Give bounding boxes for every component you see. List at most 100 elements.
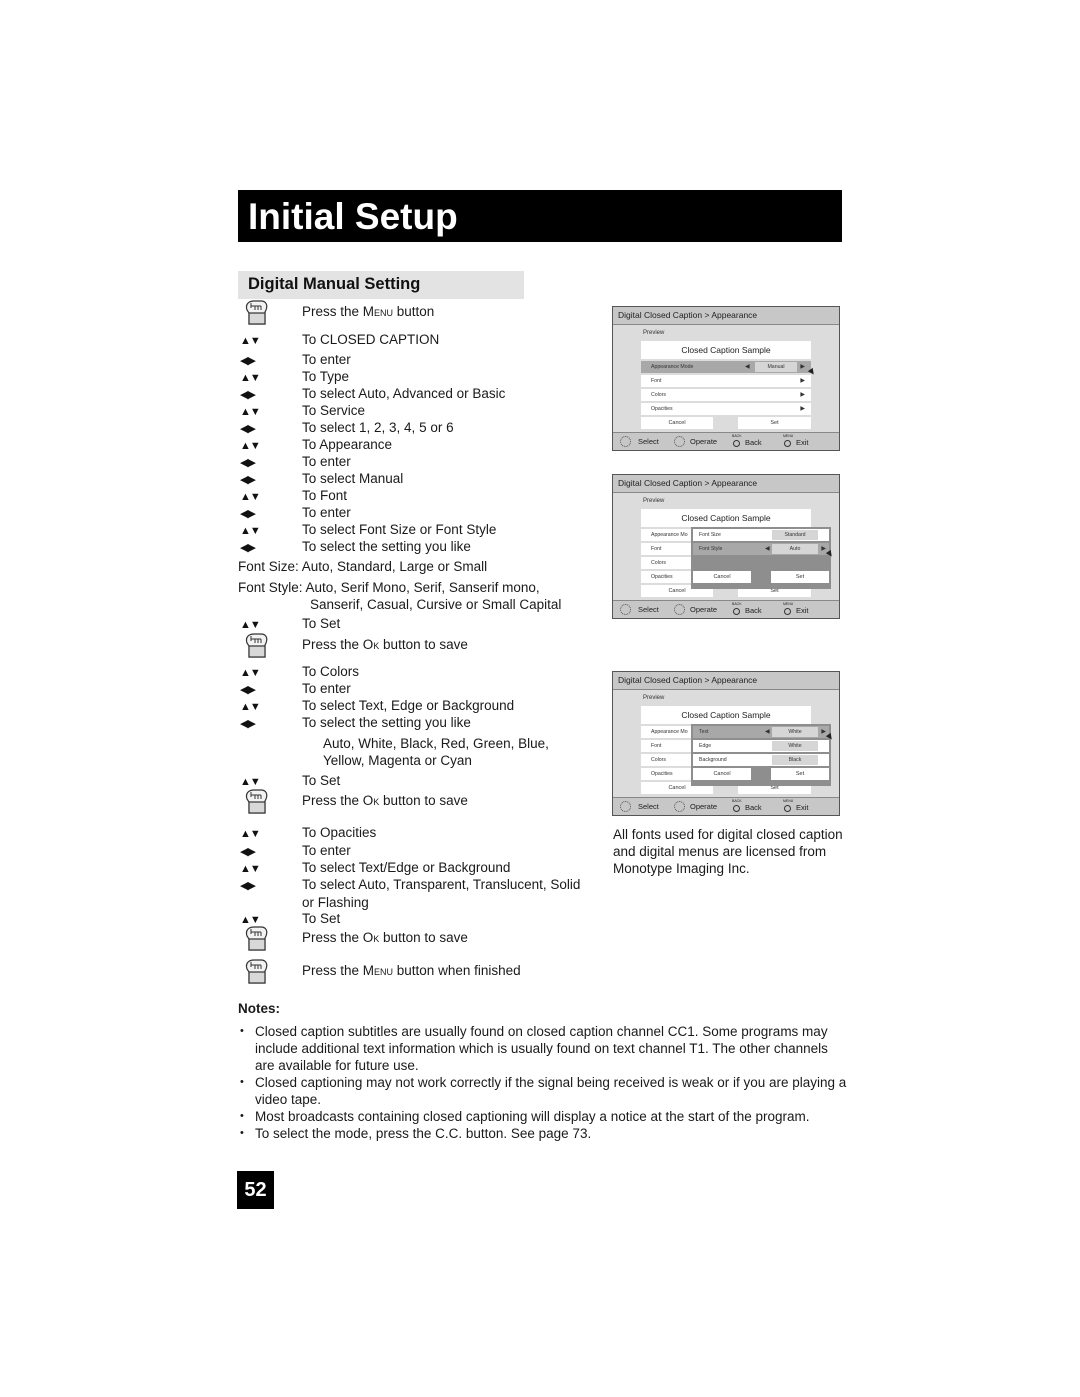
up-down-arrows-icon: ▲▼ [240, 667, 261, 679]
left-right-arrows-icon: ◀▶ [240, 542, 256, 554]
note-item: Closed captioning may not work correctly… [238, 1074, 848, 1108]
joystick-icon [674, 604, 685, 615]
joystick-icon [620, 436, 631, 447]
submenu-row[interactable]: Background Black [693, 754, 829, 766]
tv-menu-screen: Digital Closed Caption > Appearance Previ… [612, 306, 840, 451]
instruction-detail: or Flashing [302, 895, 369, 910]
select-hint: Select [638, 605, 659, 614]
exit-button-icon [784, 440, 791, 447]
chapter-title-bar: Initial Setup [238, 190, 842, 242]
popup-set-button[interactable]: Set [771, 571, 829, 583]
menu-row-value: Manual [755, 362, 797, 372]
up-down-arrows-icon: ▲▼ [240, 701, 261, 713]
caption-sample: Closed Caption Sample [641, 341, 811, 359]
back-key-label: BACK [732, 602, 742, 606]
step-text: To select the setting you like [302, 715, 471, 730]
left-right-arrows-icon: ◀▶ [240, 684, 256, 696]
operate-hint: Operate [690, 802, 718, 811]
instruction-detail: Sanserif, Casual, Cursive or Small Capit… [310, 597, 562, 612]
step-text: Press the Menu button [302, 304, 435, 319]
font-license-note: All fonts used for digital closed captio… [613, 827, 843, 876]
preview-label: Preview [643, 695, 665, 701]
preview-label: Preview [643, 330, 665, 336]
up-down-arrows-icon: ▲▼ [240, 863, 261, 875]
step-text: To select the setting you like [302, 539, 471, 554]
right-arrow-icon[interactable]: ▶ [800, 389, 805, 401]
step-text: Press the Ok button to save [302, 793, 468, 808]
note-item: Most broadcasts containing closed captio… [238, 1108, 848, 1125]
popup-cancel-button[interactable]: Cancel [693, 768, 751, 780]
right-arrow-icon[interactable]: ▶ [800, 403, 805, 415]
step-text: To select Text, Edge or Background [302, 698, 515, 713]
left-arrow-icon[interactable]: ◀ [745, 361, 750, 373]
cancel-button[interactable]: Cancel [641, 417, 713, 429]
screen-footer: Select Operate BACK Back MENU Exit [613, 600, 839, 618]
step-text: To enter [302, 505, 351, 520]
menu-row[interactable]: Font ▶ [641, 375, 811, 387]
left-arrow-icon[interactable]: ◀ [765, 543, 770, 555]
step-text: To enter [302, 843, 351, 858]
left-right-arrows-icon: ◀▶ [240, 457, 256, 469]
submenu-row-label: Edge [699, 743, 712, 749]
menu-row-label: Colors [651, 757, 666, 763]
step-text: To enter [302, 352, 351, 367]
right-arrow-icon[interactable]: ▶ [800, 361, 805, 373]
screen-header: Digital Closed Caption > Appearance [613, 475, 839, 493]
left-right-arrows-icon: ◀▶ [240, 355, 256, 367]
note-item: Closed caption subtitles are usually fou… [238, 1023, 848, 1074]
page-number: 52 [237, 1171, 274, 1209]
preview-label: Preview [643, 498, 665, 504]
menu-row-label: Font [651, 546, 662, 552]
tv-menu-screen: Digital Closed Caption > Appearance Previ… [612, 671, 840, 816]
popup-cancel-button[interactable]: Cancel [693, 571, 751, 583]
step-text: To Font [302, 488, 348, 503]
submenu-row[interactable]: Edge White [693, 740, 829, 752]
right-arrow-icon[interactable]: ▶ [800, 375, 805, 387]
menu-row-label: Colors [651, 392, 666, 398]
screen-header: Digital Closed Caption > Appearance [613, 672, 839, 690]
up-down-arrows-icon: ▲▼ [240, 372, 261, 384]
left-right-arrows-icon: ◀▶ [240, 846, 256, 858]
left-arrow-icon[interactable]: ◀ [765, 726, 770, 738]
up-down-arrows-icon: ▲▼ [240, 491, 261, 503]
section-title-bar: Digital Manual Setting [238, 271, 524, 299]
menu-key-label: MENU [783, 799, 794, 803]
submenu-row[interactable]: Font Size Standard [693, 529, 829, 541]
hand-press-icon [245, 789, 268, 814]
left-right-arrows-icon: ◀▶ [240, 508, 256, 520]
notes-list: Closed caption subtitles are usually fou… [238, 1023, 848, 1142]
up-down-arrows-icon: ▲▼ [240, 440, 261, 452]
submenu-row-label: Font Style [699, 546, 723, 552]
menu-row[interactable]: Appearance Mode ◀ Manual ▶ [641, 361, 811, 373]
menu-key-label: MENU [783, 434, 794, 438]
section-title: Digital Manual Setting [248, 275, 421, 293]
step-text: To Colors [302, 664, 360, 679]
exit-hint: Exit [796, 803, 809, 812]
step-text: To select Auto, Advanced or Basic [302, 386, 506, 401]
submenu-row-label: Text [699, 729, 709, 735]
up-down-arrows-icon: ▲▼ [240, 828, 261, 840]
back-button-icon [733, 608, 740, 615]
menu-row[interactable]: Opacities ▶ [641, 403, 811, 415]
submenu-row-value: White [772, 741, 818, 751]
left-right-arrows-icon: ◀▶ [240, 880, 256, 892]
submenu-row-value: Standard [772, 530, 818, 540]
step-text: To select Text/Edge or Background [302, 860, 511, 875]
submenu-row[interactable]: Text ◀ White ▶ [693, 726, 829, 738]
menu-row[interactable]: Colors ▶ [641, 389, 811, 401]
left-right-arrows-icon: ◀▶ [240, 474, 256, 486]
step-text: To Service [302, 403, 366, 418]
menu-row-label: Opacities [651, 406, 673, 412]
set-button[interactable]: Set [738, 417, 811, 429]
hand-press-icon [245, 959, 268, 984]
chapter-title: Initial Setup [248, 196, 458, 237]
left-right-arrows-icon: ◀▶ [240, 389, 256, 401]
screen-footer: Select Operate BACK Back MENU Exit [613, 432, 839, 450]
step-text: To Opacities [302, 825, 377, 840]
hand-press-icon [245, 926, 268, 951]
select-hint: Select [638, 802, 659, 811]
submenu-row[interactable]: Font Style ◀ Auto ▶ [693, 543, 829, 555]
menu-row-label: Font [651, 378, 662, 384]
instruction-detail: Yellow, Magenta or Cyan [323, 753, 472, 768]
popup-set-button[interactable]: Set [771, 768, 829, 780]
